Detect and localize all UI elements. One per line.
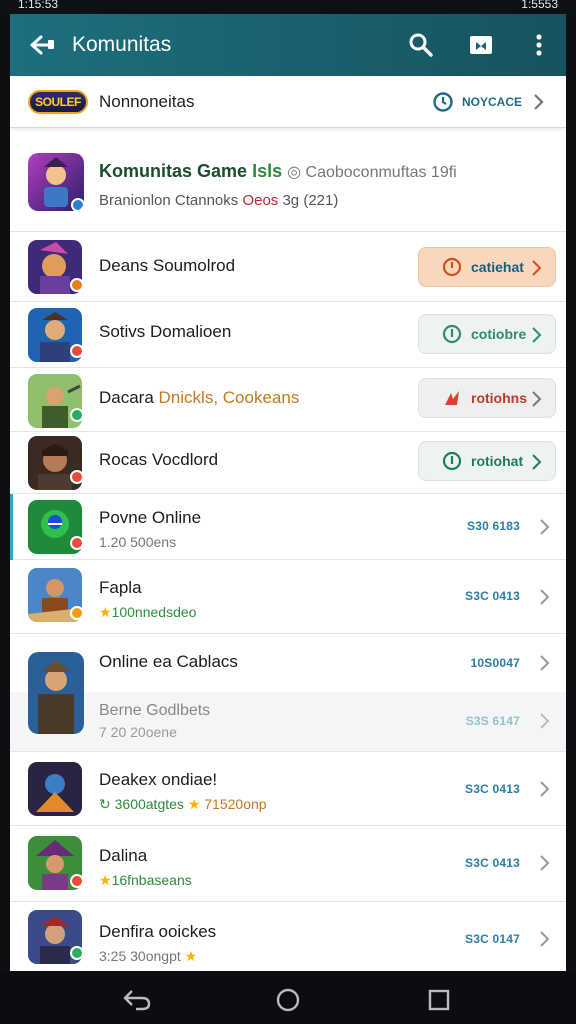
list-item[interactable]: Deakex ondiae! ↻ 3600atgtes ★ 71520onp S… — [10, 752, 566, 826]
list-item[interactable]: Povne Online 1.20 500ens S30 6183 — [10, 494, 566, 560]
list-item-title: Dalina — [99, 846, 148, 865]
chevron-right-icon — [540, 931, 550, 947]
list-item-value: S30 6183 — [467, 519, 520, 533]
status-badge — [70, 344, 84, 358]
status-badge — [70, 536, 84, 550]
clock-icon — [442, 451, 462, 471]
game-logo: SOULEF — [28, 90, 88, 114]
timer-icon — [433, 92, 453, 112]
chevron-right-icon — [532, 454, 542, 470]
list-item-subtitle: 7 20 20oene — [99, 724, 177, 740]
status-time: 1:15:53 — [18, 0, 59, 11]
status-badge — [70, 606, 84, 620]
banner-row[interactable]: SOULEF Nonnoneitas NOYCACE — [10, 76, 566, 128]
selection-indicator — [10, 494, 13, 560]
list-item-title: Berne Godlbets — [99, 702, 211, 719]
join-button[interactable]: catiehat — [418, 247, 556, 287]
list-item-title: Deans Soumolrod — [99, 256, 236, 275]
list-item[interactable]: Berne Godlbets 7 20 20oene S3S 6147 — [10, 692, 566, 752]
community-subtitle: Branionlon Ctannoks Oeos 3g (221) — [99, 192, 339, 209]
chevron-right-icon — [540, 855, 550, 871]
list-item[interactable]: Dacara Dnickls, Cookeans rotiohns — [10, 368, 566, 432]
list-item-value: 10S0047 — [470, 656, 520, 670]
list-item[interactable]: Fapla ★100nnedsdeo S3C 0413 — [10, 560, 566, 634]
status-badge — [70, 408, 84, 422]
chevron-right-icon — [532, 327, 542, 343]
list-item-value: S3C 0147 — [465, 932, 520, 946]
screen-bezel-left — [0, 14, 10, 971]
clock-icon — [442, 257, 462, 277]
banner-title: Nonnoneitas — [99, 92, 195, 111]
list-item-title: Dacara Dnickls, Cookeans — [99, 388, 300, 407]
join-button[interactable]: rotiohns — [418, 378, 556, 418]
chevron-right-icon — [534, 94, 544, 110]
list-item[interactable]: Rocas Vocdlord rotiohat — [10, 432, 566, 494]
community-list: SOULEF Nonnoneitas NOYCACE Komunitas Gam… — [10, 76, 566, 971]
chevron-right-icon — [532, 260, 542, 276]
list-item-subtitle: ★16fnbaseans — [99, 872, 192, 888]
system-nav-bar — [0, 971, 576, 1024]
chevron-right-icon — [532, 391, 542, 407]
list-item[interactable]: Sotivs Domalioen cotiobre — [10, 302, 566, 368]
app-bar: Komunitas — [10, 14, 566, 76]
list-item-title: Fapla — [99, 578, 142, 597]
back-arrow-icon[interactable] — [28, 30, 58, 60]
join-button[interactable]: cotiobre — [418, 314, 556, 354]
list-item[interactable]: Deans Soumolrod catiehat — [10, 232, 566, 302]
status-badge — [70, 874, 84, 888]
list-item-value: S3C 0413 — [465, 589, 520, 603]
list-item-subtitle: ↻ 3600atgtes ★ 71520onp — [99, 796, 267, 812]
status-badge — [70, 946, 84, 960]
app-bar-title: Komunitas — [72, 33, 172, 56]
list-item-title: Povne Online — [99, 508, 202, 527]
recents-nav-icon[interactable] — [428, 989, 450, 1011]
list-item-title: Rocas Vocdlord — [99, 450, 219, 469]
search-icon[interactable] — [406, 30, 436, 60]
game-thumbnail — [28, 762, 82, 816]
clock-icon — [442, 324, 462, 344]
status-bar: 1:15:53 1:5553 — [0, 0, 576, 14]
chevron-right-icon — [540, 589, 550, 605]
home-nav-icon[interactable] — [276, 988, 300, 1012]
community-title: Komunitas Game Isls ◎ Caoboconmuftas 19f… — [99, 161, 457, 181]
chevron-right-icon — [540, 781, 550, 797]
list-item-subtitle: 3:25 30ongpt ★ — [99, 948, 198, 964]
more-vert-icon[interactable] — [526, 30, 556, 60]
list-item-title: Denfira ooickes — [99, 922, 217, 941]
list-item-title: Deakex ondiae! — [99, 770, 218, 789]
chevron-right-icon — [540, 655, 550, 671]
status-badge — [70, 470, 84, 484]
cast-icon[interactable] — [466, 30, 496, 60]
community-header-card — [10, 138, 566, 232]
list-item-value: S3C 0413 — [465, 782, 520, 796]
status-battery: 1:5553 — [521, 0, 558, 11]
list-item-title: Sotivs Domalioen — [99, 322, 232, 341]
list-item[interactable]: Denfira ooickes 3:25 30ongpt ★ S3C 0147 — [10, 902, 566, 971]
game-thumbnail — [28, 652, 84, 734]
flame-icon — [445, 391, 459, 405]
screen-bezel-right — [566, 14, 576, 971]
chevron-right-icon — [540, 519, 550, 535]
banner-action-label: NOYCACE — [461, 95, 522, 109]
list-item-title: Online ea Cablacs — [99, 652, 238, 671]
back-nav-icon[interactable] — [122, 987, 152, 1011]
status-badge — [70, 278, 84, 292]
list-item-value: S3C 0413 — [465, 856, 520, 870]
banner-action[interactable]: NOYCACE — [432, 91, 522, 113]
list-item-subtitle: 1.20 500ens — [99, 534, 177, 550]
chevron-right-icon — [540, 713, 550, 729]
list-item[interactable]: Dalina ★16fnbaseans S3C 0413 — [10, 826, 566, 902]
game-thumbnail — [28, 153, 84, 211]
list-item-value: S3S 6147 — [465, 714, 520, 728]
list-item-subtitle: ★100nnedsdeo — [99, 604, 197, 620]
join-button[interactable]: rotiohat — [418, 441, 556, 481]
list-item[interactable]: Online ea Cablacs 10S0047 — [10, 634, 566, 692]
